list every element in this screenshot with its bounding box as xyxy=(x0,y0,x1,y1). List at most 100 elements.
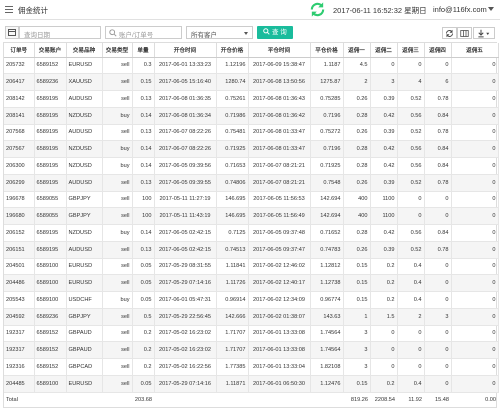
table-cell: 1.11726 xyxy=(216,274,249,292)
table-cell: 6589100 xyxy=(34,291,67,309)
table-cell: EURUSD xyxy=(66,57,103,75)
table-row[interactable]: 206417 6589236 XAUUSD sell 0.15 2017-06-05 15… xyxy=(4,73,499,91)
table-row[interactable]: 205543 6589100 USDCHF buy 0.05 2017-06-01 05:… xyxy=(4,291,499,309)
calendar-icon[interactable] xyxy=(5,26,19,39)
column-header[interactable]: 交易品种 xyxy=(66,43,103,58)
table-row[interactable]: 208141 6589195 NZDUSD buy 0.14 2017-06-08 01:… xyxy=(4,107,499,125)
table-cell: sell xyxy=(102,274,133,292)
column-header[interactable]: 返佣五 xyxy=(451,43,499,58)
table-cell: 0.74783 xyxy=(310,241,344,259)
columns-button[interactable] xyxy=(457,27,472,39)
menu-icon[interactable] xyxy=(5,6,13,13)
table-cell: 0.4 xyxy=(397,291,425,309)
table-cell: 192317 xyxy=(4,325,35,343)
customer-select[interactable]: 所有客户 xyxy=(186,26,253,39)
table-cell: 2017-06-05 09:39:56 xyxy=(154,157,217,175)
table-cell: 0.7548 xyxy=(310,174,344,192)
table-row[interactable]: 206299 6589195 AUDUSD sell 0.13 2017-06-05 09… xyxy=(4,174,499,192)
table-cell: 205732 xyxy=(4,57,35,75)
user-dropdown-icon[interactable] xyxy=(488,7,494,11)
table-cell: 0.75285 xyxy=(310,90,344,108)
table-cell: 0 xyxy=(451,341,499,359)
table-row[interactable]: 204486 6589100 EURUSD sell 0.05 2017-05-29 07… xyxy=(4,274,499,292)
table-cell: 2017-06-05 02:42:15 xyxy=(154,224,217,242)
search-icon xyxy=(109,29,117,37)
table-cell: 1.71707 xyxy=(216,341,249,359)
column-header[interactable]: 订单号 xyxy=(4,43,35,58)
table-cell: 0.2 xyxy=(132,341,155,359)
table-cell: 0.7125 xyxy=(216,224,249,242)
table-row[interactable]: 204485 6589100 EURUSD sell 0.05 2017-05-29 07… xyxy=(4,375,499,393)
table-cell: 0 xyxy=(424,375,452,393)
table-cell: 6589195 xyxy=(34,224,67,242)
table-row[interactable]: 208142 6589195 AUDUSD sell 0.13 2017-06-08 01… xyxy=(4,90,499,108)
column-header[interactable]: 返佣一 xyxy=(343,43,371,58)
table-cell: 0 xyxy=(451,224,499,242)
column-header[interactable]: 返佣三 xyxy=(397,43,425,58)
table-cell: 1.12812 xyxy=(310,258,344,276)
table-row[interactable]: 196678 6589055 GBPJPY sell 100 2017-05-11 11:… xyxy=(4,191,499,209)
column-header[interactable]: 返佣四 xyxy=(424,43,452,58)
table-cell: 142.694 xyxy=(310,191,344,209)
table-cell: sell xyxy=(102,341,133,359)
table-cell: 3 xyxy=(343,341,371,359)
column-header[interactable]: 平仓价格 xyxy=(310,43,344,58)
table-cell: 146.695 xyxy=(216,207,249,225)
table-cell: sell xyxy=(102,258,133,276)
table-cell: 0 xyxy=(424,325,452,343)
table-row[interactable]: 206151 6589195 AUDUSD sell 0.13 2017-06-05 02… xyxy=(4,241,499,259)
table-cell: 1.71707 xyxy=(216,325,249,343)
table-cell: 0 xyxy=(451,308,499,326)
date-input[interactable]: 查询日期 xyxy=(19,26,101,39)
table-row[interactable]: 192317 6589152 GBPAUD sell 0.2 2017-05-02 16:… xyxy=(4,325,499,343)
table-cell: 207568 xyxy=(4,124,35,142)
refresh-icon[interactable] xyxy=(309,1,326,18)
table-row[interactable]: 205732 6589152 EURUSD sell 0.3 2017-06-01 13:… xyxy=(4,57,499,75)
table-cell: 146.695 xyxy=(216,191,249,209)
table-row[interactable]: 206300 6589195 NZDUSD buy 0.14 2017-06-05 09:… xyxy=(4,157,499,175)
table-row[interactable]: 196680 6589055 GBPJPY sell 100 2017-05-11 11:… xyxy=(4,207,499,225)
column-header[interactable]: 交易账户 xyxy=(34,43,67,58)
table-row[interactable]: 204592 6589236 GBPJPY sell 0.5 2017-05-29 22:… xyxy=(4,308,499,326)
table-cell: 0.13 xyxy=(132,174,155,192)
table-cell: 0 xyxy=(451,90,499,108)
table-cell: 0.13 xyxy=(132,124,155,142)
table-cell: 2017-06-01 13:33:08 xyxy=(248,341,311,359)
query-button[interactable]: 查 询 xyxy=(257,26,293,39)
user-menu[interactable]: info@116fx.com xyxy=(433,5,487,14)
table-cell: 2017-05-11 11:27:19 xyxy=(154,191,217,209)
account-search-input[interactable]: 账户/订单号 xyxy=(105,26,182,39)
table-cell: 4 xyxy=(397,73,425,91)
table-cell: 206299 xyxy=(4,174,35,192)
table-row[interactable]: 204501 6589100 EURUSD sell 0.05 2017-05-29 08… xyxy=(4,258,499,276)
table-cell: buy xyxy=(102,140,133,158)
table-cell: 0.42 xyxy=(370,140,398,158)
table-refresh-button[interactable] xyxy=(442,27,457,39)
table-cell: 0.78 xyxy=(424,241,452,259)
table-cell: 2017-06-01 13:33:08 xyxy=(248,325,311,343)
table-cell: 204486 xyxy=(4,274,35,292)
table-row[interactable]: 206152 6589195 NZDUSD buy 0.14 2017-06-05 02:… xyxy=(4,224,499,242)
table-cell: 0 xyxy=(451,291,499,309)
table-cell: 196678 xyxy=(4,191,35,209)
table-row[interactable]: 192316 6589152 GBPCAD sell 0.2 2017-05-02 16:… xyxy=(4,358,499,376)
table-cell: 0.3 xyxy=(132,57,155,75)
column-header[interactable]: 返佣二 xyxy=(370,43,398,58)
table-cell: 0.15 xyxy=(343,258,371,276)
column-header[interactable]: 单量 xyxy=(132,43,155,58)
column-header[interactable]: 交易类型 xyxy=(102,43,133,58)
table-cell: 192316 xyxy=(4,358,35,376)
column-header[interactable]: 开仓时间 xyxy=(154,43,217,58)
table-header-row: 订单号 交易账户 交易品种 交易类型 单量 开仓时间 开仓价格 平仓时间 平仓价格 返佣一 返佣二返… xyxy=(4,43,499,58)
table-cell: 1.11871 xyxy=(216,375,249,393)
table-row[interactable]: 207567 6589195 NZDUSD buy 0.14 2017-06-07 08:… xyxy=(4,140,499,158)
table-row[interactable]: 192317 6589152 GBPAUD sell 0.2 2017-05-02 16:… xyxy=(4,341,499,359)
export-button[interactable] xyxy=(473,27,495,39)
column-header[interactable]: 开仓价格 xyxy=(216,43,249,58)
column-header[interactable]: 平仓时间 xyxy=(248,43,311,58)
table-row[interactable]: 207568 6589195 AUDUSD sell 0.13 2017-06-07 08… xyxy=(4,124,499,142)
table-cell: 0.28 xyxy=(343,157,371,175)
table-cell: AUDUSD xyxy=(66,124,103,142)
table-cell: 1100 xyxy=(370,191,398,209)
table-cell: XAUUSD xyxy=(66,73,103,91)
